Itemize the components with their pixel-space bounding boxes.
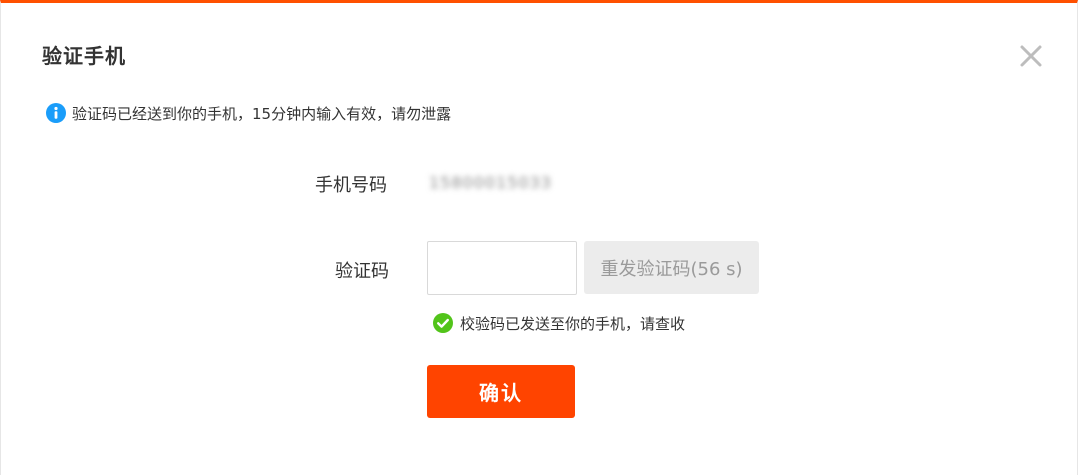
close-icon[interactable] [1018, 43, 1044, 69]
dialog-title: 验证手机 [42, 44, 126, 68]
success-text: 校验码已发送至你的手机，请查收 [460, 314, 686, 333]
phone-number-value: 15800015033 [429, 173, 552, 192]
info-icon [46, 103, 66, 123]
confirm-button[interactable]: 确认 [427, 365, 575, 418]
phone-number-label: 手机号码 [315, 175, 387, 196]
notice-text: 验证码已经送到你的手机，15分钟内输入有效，请勿泄露 [72, 104, 452, 123]
verification-code-input[interactable] [427, 241, 577, 295]
resend-code-button[interactable]: 重发验证码(56 s) [584, 241, 759, 294]
verification-code-label: 验证码 [335, 261, 389, 282]
verify-phone-dialog: 验证手机 验证码已经送到你的手机，15分钟内输入有效，请勿泄露 手机号码 158… [0, 0, 1078, 475]
sms-sent-notice: 验证码已经送到你的手机，15分钟内输入有效，请勿泄露 [46, 102, 451, 124]
check-circle-icon [433, 313, 453, 333]
code-sent-success-message: 校验码已发送至你的手机，请查收 [433, 312, 685, 334]
